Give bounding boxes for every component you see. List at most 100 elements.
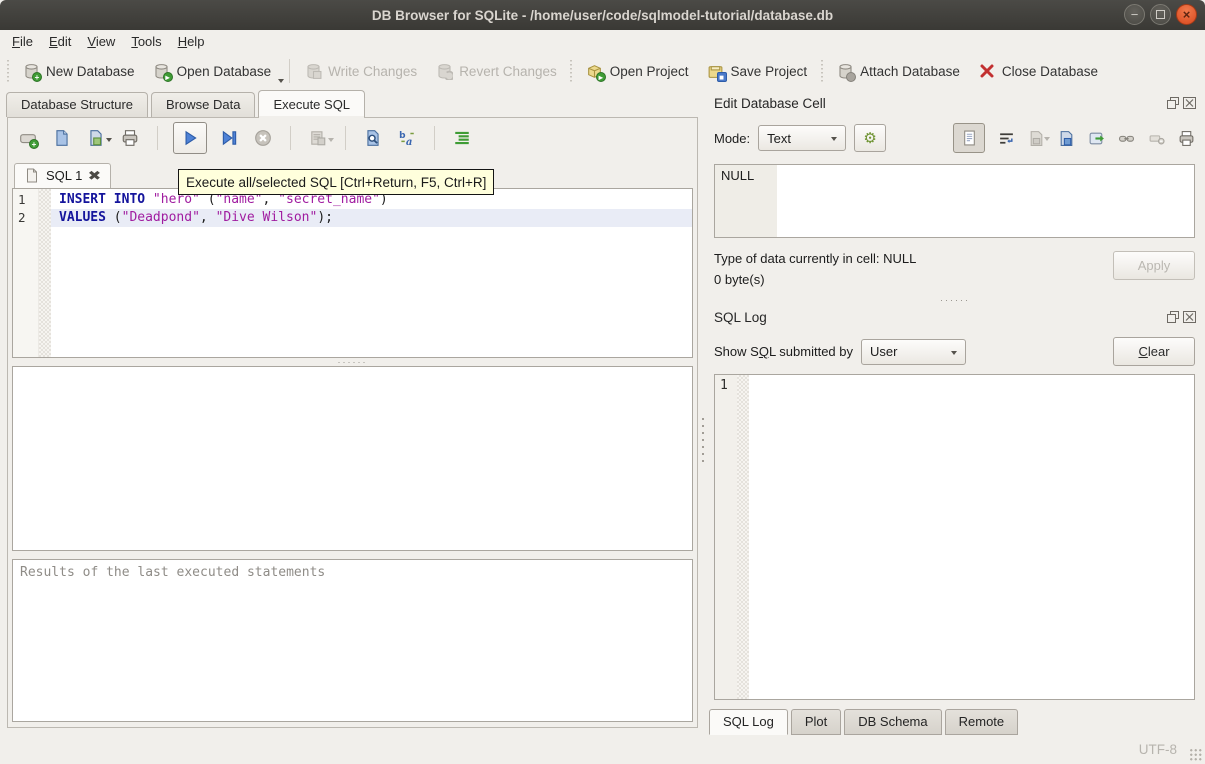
print-sql-button[interactable] bbox=[118, 126, 142, 150]
edit-cell-header: Edit Database Cell bbox=[705, 93, 1205, 113]
dock-splitter-handle[interactable]: ······ bbox=[705, 293, 1205, 307]
toolbar-drag-handle[interactable] bbox=[5, 60, 10, 82]
revert-changes-button: Revert Changes bbox=[426, 56, 566, 86]
open-database-icon: ▸ bbox=[153, 62, 171, 80]
export-cell-icon[interactable] bbox=[1087, 129, 1105, 147]
find-button[interactable] bbox=[361, 126, 385, 150]
tab-remote[interactable]: Remote bbox=[945, 709, 1019, 735]
float-dock-icon[interactable] bbox=[1167, 97, 1180, 109]
save-results-dropdown-icon bbox=[328, 138, 334, 142]
splitter-handle[interactable]: ······ bbox=[8, 358, 697, 366]
open-file-icon bbox=[53, 129, 71, 147]
log-line-number: 1 bbox=[720, 378, 728, 393]
menu-help[interactable]: Help bbox=[170, 32, 213, 51]
cell-value-editor[interactable]: NULL bbox=[714, 164, 1195, 238]
float-dock-icon[interactable] bbox=[1167, 311, 1180, 323]
stop-button bbox=[251, 126, 275, 150]
open-project-button[interactable]: ▸ Open Project bbox=[577, 56, 698, 86]
close-database-button[interactable]: Close Database bbox=[969, 56, 1107, 86]
menu-file[interactable]: File bbox=[4, 32, 41, 51]
save-results-icon bbox=[309, 129, 327, 147]
titlebar[interactable]: DB Browser for SQLite - /home/user/code/… bbox=[0, 0, 1205, 30]
close-dock-icon[interactable] bbox=[1183, 311, 1196, 323]
word-wrap-icon[interactable] bbox=[997, 129, 1015, 147]
close-dock-icon[interactable] bbox=[1183, 97, 1196, 109]
resize-grip[interactable] bbox=[1189, 748, 1202, 761]
toolbar-drag-handle[interactable] bbox=[819, 60, 824, 82]
text-mode-toggle[interactable] bbox=[953, 123, 985, 153]
toolbar-drag-handle[interactable] bbox=[569, 60, 574, 82]
log-text-area[interactable] bbox=[749, 375, 1194, 699]
window-title: DB Browser for SQLite - /home/user/code/… bbox=[372, 8, 833, 23]
tab-execute-sql[interactable]: Execute SQL bbox=[258, 90, 365, 117]
set-null-icon bbox=[1147, 129, 1165, 147]
log-filter-select[interactable]: User bbox=[861, 339, 966, 365]
tab-db-schema[interactable]: DB Schema bbox=[844, 709, 941, 735]
sql-toolbar-separator bbox=[290, 126, 291, 150]
results-grid[interactable] bbox=[12, 366, 693, 551]
cell-size-info: 0 byte(s) bbox=[714, 272, 1113, 287]
chevron-down-icon bbox=[951, 351, 957, 355]
maximize-icon[interactable] bbox=[1150, 4, 1171, 25]
clear-log-button[interactable]: Clear bbox=[1113, 337, 1195, 366]
sql-code-area[interactable]: INSERT INTO "hero" ("name", "secret_name… bbox=[51, 189, 692, 357]
tab-browse-data[interactable]: Browse Data bbox=[151, 92, 255, 117]
attach-database-icon bbox=[836, 62, 854, 80]
new-sql-tab-button[interactable]: + bbox=[16, 126, 40, 150]
cell-mode-row: Mode: Text ⚙ bbox=[714, 123, 1195, 153]
link-icon[interactable] bbox=[1117, 129, 1135, 147]
menu-view[interactable]: View bbox=[79, 32, 123, 51]
sql-file-icon bbox=[25, 168, 39, 183]
close-icon[interactable]: × bbox=[1176, 4, 1197, 25]
execute-tooltip: Execute all/selected SQL [Ctrl+Return, F… bbox=[178, 169, 494, 195]
open-database-button[interactable]: ▸ Open Database bbox=[144, 56, 281, 86]
sql-log-filter-row: Show SQL submitted by User Clear bbox=[714, 337, 1195, 366]
printer-icon bbox=[121, 129, 139, 147]
execute-sql-pane: + bbox=[7, 117, 698, 728]
menubar: File Edit View Tools Help bbox=[0, 30, 1205, 53]
results-message[interactable]: Results of the last executed statements bbox=[12, 559, 693, 722]
menu-tools[interactable]: Tools bbox=[123, 32, 169, 51]
panel-splitter-handle[interactable] bbox=[701, 418, 705, 464]
new-database-button[interactable]: + New Database bbox=[13, 56, 144, 86]
sql-toolbar-separator bbox=[157, 126, 158, 150]
format-sql-button[interactable] bbox=[450, 126, 474, 150]
open-sql-file-button[interactable] bbox=[50, 126, 74, 150]
sql-editor[interactable]: 12 INSERT INTO "hero" ("name", "secret_n… bbox=[12, 188, 693, 358]
sql-log-view[interactable]: 1 bbox=[714, 374, 1195, 700]
import-cell-icon[interactable] bbox=[1057, 129, 1075, 147]
close-database-icon bbox=[978, 62, 996, 80]
open-database-dropdown-icon[interactable] bbox=[278, 79, 284, 83]
auto-switch-button[interactable]: ⚙ bbox=[854, 124, 886, 152]
cell-value-area[interactable] bbox=[777, 165, 1194, 237]
menu-edit[interactable]: Edit bbox=[41, 32, 79, 51]
write-changes-icon bbox=[304, 62, 322, 80]
log-filter-label: Show SQL submitted by bbox=[714, 344, 853, 359]
tab-plot[interactable]: Plot bbox=[791, 709, 841, 735]
execute-line-button[interactable] bbox=[217, 126, 241, 150]
save-project-icon: ■ bbox=[707, 62, 725, 80]
save-sql-file-button[interactable] bbox=[84, 126, 108, 150]
save-project-button[interactable]: ■ Save Project bbox=[698, 56, 817, 86]
open-project-icon: ▸ bbox=[586, 62, 604, 80]
edit-cell-title: Edit Database Cell bbox=[714, 96, 826, 111]
execute-all-button[interactable] bbox=[173, 122, 207, 154]
revert-changes-icon bbox=[435, 62, 453, 80]
sql-log-title: SQL Log bbox=[714, 310, 767, 325]
save-sql-dropdown-icon[interactable] bbox=[106, 138, 112, 142]
tab-sql-log[interactable]: SQL Log bbox=[709, 709, 788, 735]
replace-button[interactable]: ba bbox=[395, 126, 419, 150]
main-tab-bar: Database Structure Browse Data Execute S… bbox=[0, 89, 705, 117]
main-toolbar: + New Database ▸ Open Database Write Cha… bbox=[0, 53, 1205, 89]
minimize-icon[interactable]: − bbox=[1124, 4, 1145, 25]
close-sql-tab-icon[interactable]: ✖ bbox=[88, 169, 102, 182]
sql-tab-1[interactable]: SQL 1 ✖ bbox=[14, 163, 111, 188]
dock-tab-bar: SQL Log Plot DB Schema Remote bbox=[705, 707, 1205, 735]
chevron-down-icon bbox=[831, 137, 837, 141]
execute-icon bbox=[181, 129, 199, 147]
attach-database-button[interactable]: Attach Database bbox=[827, 56, 969, 86]
sql-toolbar-separator bbox=[345, 126, 346, 150]
tab-database-structure[interactable]: Database Structure bbox=[6, 92, 148, 117]
mode-select[interactable]: Text bbox=[758, 125, 846, 151]
print-cell-icon[interactable] bbox=[1177, 129, 1195, 147]
